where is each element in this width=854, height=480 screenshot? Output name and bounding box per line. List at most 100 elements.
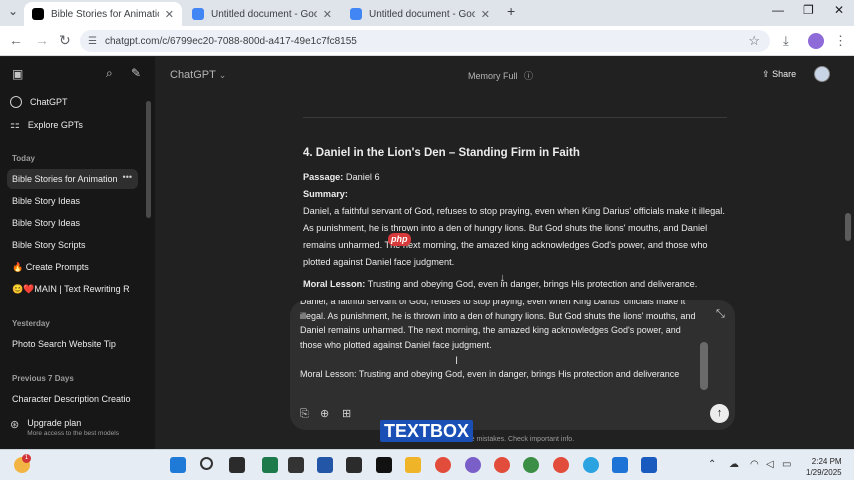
close-window-icon[interactable]: ✕ [834,3,844,17]
taskbar-clock[interactable]: 2:24 PM 1/29/2025 [806,456,842,478]
sidebar-item-chatgpt[interactable]: ChatGPT [10,96,68,108]
close-tab-icon[interactable]: ✕ [481,8,490,21]
file-explorer-icon[interactable] [405,457,421,473]
tab-bible-stories[interactable]: Bible Stories for Animation ✕ [24,2,182,26]
search-icon[interactable]: ⌕ [106,66,113,81]
app-icon[interactable] [346,457,362,473]
app-icon[interactable] [376,457,392,473]
app-icon[interactable] [229,457,245,473]
clock-date: 1/29/2025 [806,468,842,477]
url-input[interactable]: ☰ chatgpt.com/c/6799ec20-7088-800d-a417-… [80,30,770,52]
sidebar-chat-item[interactable]: Bible Story Ideas [12,196,138,206]
share-icon: ⇪ [762,69,770,79]
wifi-icon[interactable]: ◠ [750,459,759,470]
download-icon[interactable]: ⤓ [783,33,789,49]
reload-icon[interactable]: ↻ [59,32,71,49]
model-name: ChatGPT [170,69,216,81]
grid-icon: ⚏ [10,119,20,131]
chrome-icon[interactable] [553,457,569,473]
sidebar-chat-item[interactable]: Photo Search Website Tip [12,339,138,349]
message-input[interactable]: Daniel, a faithful servant of God, refus… [300,300,698,381]
sidebar-chat-bible-stories-animation[interactable]: Bible Stories for Animation ••• [7,169,138,189]
info-icon: ⓘ [524,71,534,81]
chat-options-icon[interactable]: ••• [123,172,132,182]
new-chat-icon[interactable]: ✎ [131,66,141,80]
app-icon[interactable] [288,457,304,473]
sidebar-item-explore-gpts[interactable]: ⚏ Explore GPTs [10,118,83,131]
chrome-icon[interactable] [435,457,451,473]
php-watermark-logo: php [388,233,411,246]
sidebar-chat-item[interactable]: Character Description Creatio [12,394,138,404]
scroll-down-icon[interactable]: ↓ [500,272,506,284]
model-selector[interactable]: ChatGPT ⌄ [170,69,226,81]
attach-icon[interactable]: ⎘ [300,408,309,421]
app-icon[interactable] [317,457,333,473]
memory-status[interactable]: Memory Full ⓘ [468,69,533,82]
browser-tab-bar: ⌄ Bible Stories for Animation ✕ Untitled… [0,0,854,26]
chatgpt-logo-icon [10,96,22,108]
upgrade-title: Upgrade plan [27,418,82,428]
upgrade-subtitle: More access to the best models [27,430,119,437]
new-tab-button[interactable]: + [507,3,515,19]
google-docs-favicon-icon [350,8,362,20]
sidebar-item-label: Explore GPTs [27,119,83,130]
tab-title: Bible Stories for Animation [51,8,159,20]
text-cursor-icon: I [455,355,459,367]
passage-line: Passage: Daniel 6 [303,169,727,186]
globe-icon[interactable]: ⊕ [320,407,329,420]
user-avatar[interactable] [814,66,830,82]
tab-google-docs-2[interactable]: Untitled document - Google Do ✕ [342,2,498,26]
share-button[interactable]: ⇪ Share [762,69,796,80]
address-bar-row: ← → ↻ ☰ chatgpt.com/c/6799ec20-7088-800d… [0,26,854,56]
app-icon[interactable] [262,457,278,473]
search-icon[interactable] [200,457,213,470]
url-text: chatgpt.com/c/6799ec20-7088-800d-a417-49… [104,35,357,47]
google-docs-favicon-icon [192,8,204,20]
summary-text: Daniel, a faithful servant of God, refus… [303,206,725,267]
story-heading: 4. Daniel in the Lion's Den – Standing F… [303,147,580,159]
sidebar-chat-item[interactable]: Bible Story Scripts [12,240,138,250]
message-composer: Daniel, a faithful servant of God, refus… [290,300,735,430]
cloud-icon[interactable]: ☁ [729,459,739,470]
back-icon[interactable]: ← [9,32,23,48]
composer-scrollbar[interactable] [700,342,708,390]
browser-profile-avatar[interactable] [808,33,824,49]
upgrade-icon: ⊛ [10,419,20,431]
chevron-down-icon: ⌄ [218,70,227,80]
forward-icon[interactable]: → [35,32,49,48]
collapse-icon[interactable]: ⤡ [716,308,725,321]
sidebar-chat-item[interactable]: 🔥 Create Prompts [12,262,138,273]
tab-google-docs-1[interactable]: Untitled document - Google Do ✕ [184,2,340,26]
sidebar-chat-item[interactable]: 😊❤️MAIN | Text Rewriting R [12,284,138,295]
maximize-icon[interactable]: ❐ [803,3,814,17]
battery-icon[interactable]: ▭ [782,459,791,470]
chrome-icon[interactable] [494,457,510,473]
sidebar-chat-item[interactable]: Bible Story Ideas [12,218,138,228]
bookmark-star-icon[interactable]: ☆ [748,33,760,49]
word-icon[interactable] [641,457,657,473]
volume-icon[interactable]: ◁ [766,459,774,470]
tab-search-icon[interactable]: ⌄ [8,4,18,18]
share-label: Share [772,69,797,79]
app-icon[interactable] [612,457,628,473]
chrome-icon[interactable] [523,457,539,473]
telegram-icon[interactable] [583,457,599,473]
browser-menu-icon[interactable]: ⋮ [834,33,847,49]
sidebar-item-label: ChatGPT [30,97,68,107]
tools-icon[interactable]: ⊞ [342,407,351,420]
close-tab-icon[interactable]: ✕ [165,8,174,21]
chevron-up-icon[interactable]: ⌃ [708,459,716,470]
minimize-icon[interactable]: — [772,3,784,17]
section-divider [303,117,727,118]
notification-badge: 1 [22,454,31,463]
upgrade-plan-button[interactable]: ⊛ Upgrade plan More access to the best m… [10,418,119,437]
windows-start-icon[interactable] [170,457,186,473]
close-tab-icon[interactable]: ✕ [323,8,332,21]
moral-label: Moral Lesson: [303,279,366,289]
sidebar-scrollbar[interactable] [146,101,151,218]
main-scrollbar[interactable] [845,213,851,241]
chrome-profile-icon[interactable] [465,457,481,473]
send-button[interactable]: ↑ [710,404,729,423]
toggle-sidebar-icon[interactable]: ▣ [12,67,23,81]
site-info-icon[interactable]: ☰ [88,36,97,47]
